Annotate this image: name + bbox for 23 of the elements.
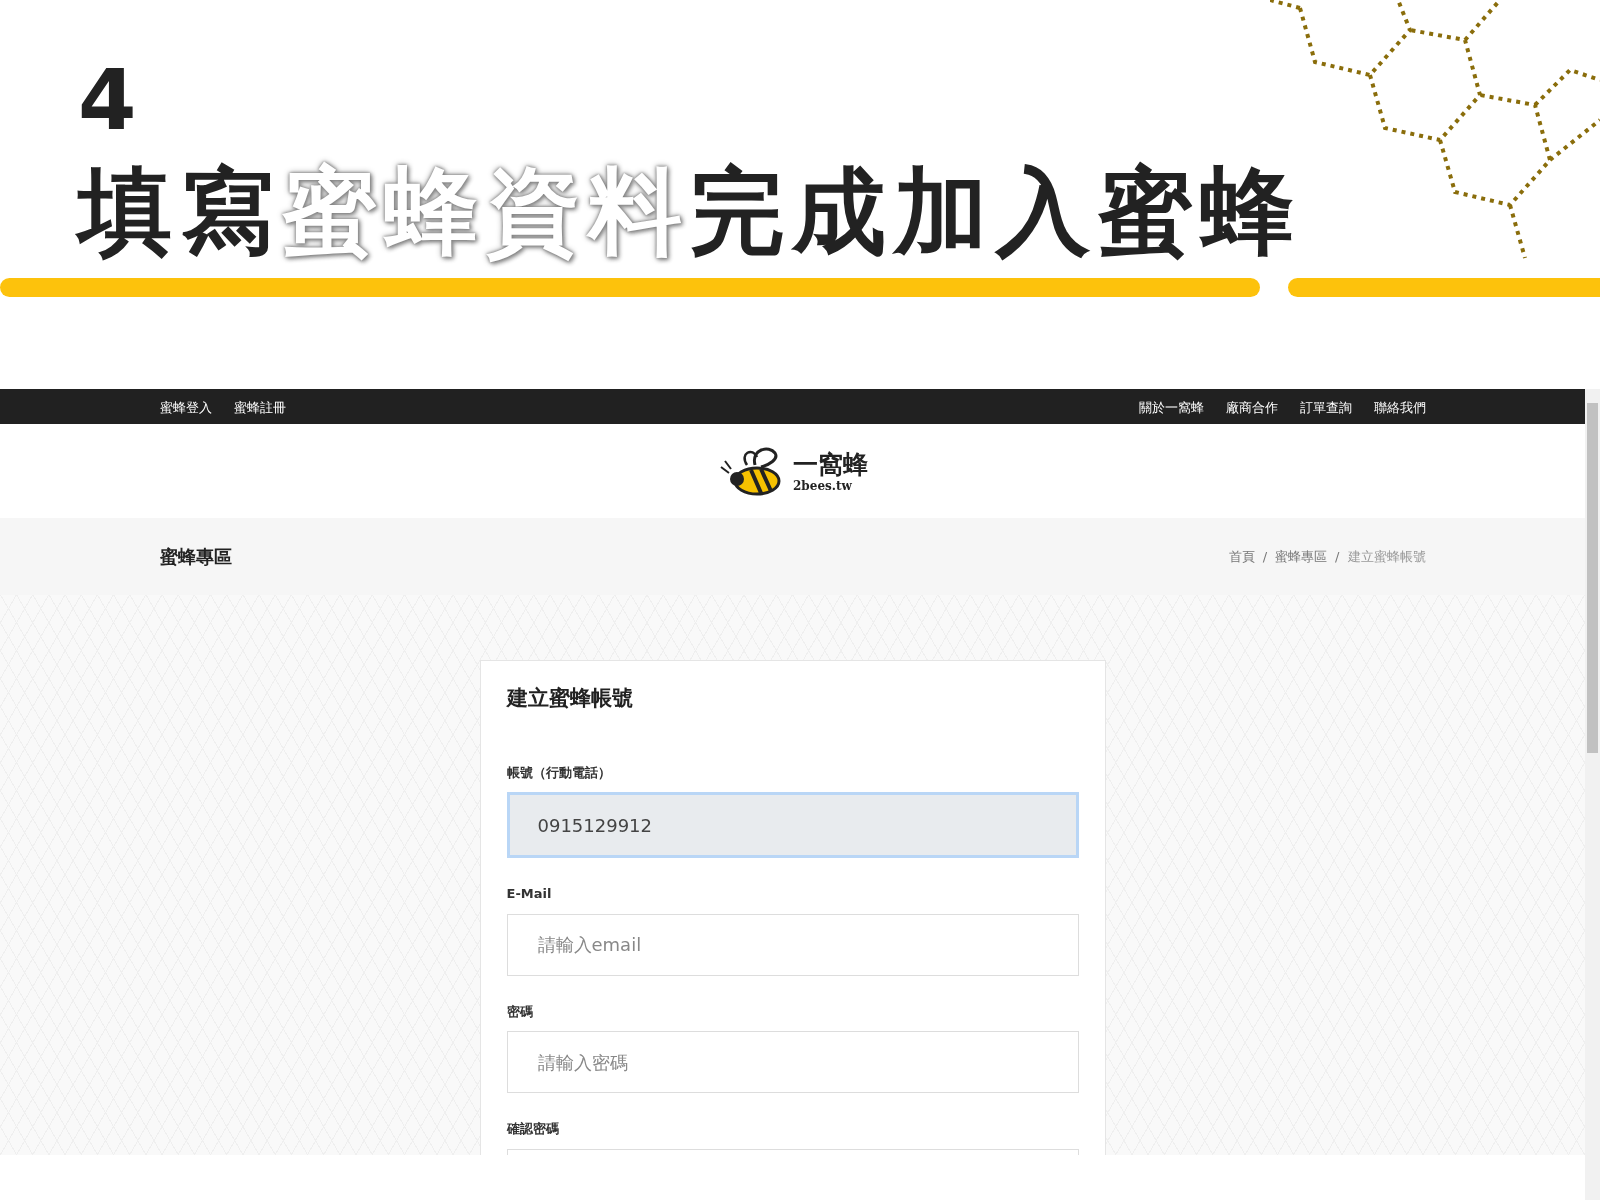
- nav-link-item[interactable]: 廠商合作: [1225, 399, 1278, 415]
- nav-link-item[interactable]: 聯絡我們: [1373, 399, 1426, 415]
- breadcrumb-current: 建立蜜蜂帳號: [1347, 547, 1426, 566]
- input-field[interactable]: 請輸入email: [506, 913, 1079, 976]
- site-logo[interactable]: 一窩蜂 2bees.tw: [717, 443, 868, 499]
- scrollbar[interactable]: [1585, 389, 1600, 1200]
- breadcrumb-link[interactable]: 蜜蜂專區: [1275, 546, 1328, 567]
- field-label: 確認密碼: [506, 1120, 560, 1138]
- page-title: 蜜蜂專區: [159, 545, 232, 569]
- input-field[interactable]: 0915129912: [506, 792, 1079, 858]
- breadcrumb-separator: /: [1335, 547, 1340, 566]
- breadcrumb-link[interactable]: 首頁: [1228, 546, 1255, 567]
- field-label: 帳號（行動電話）: [506, 763, 612, 782]
- nav-link-item[interactable]: 關於一窩蜂: [1138, 399, 1204, 415]
- breadcrumb-separator: /: [1262, 547, 1268, 566]
- field-label: E-Mail: [506, 885, 553, 903]
- nav-link-item[interactable]: 蜜蜂註冊: [233, 399, 286, 415]
- nav-link-item[interactable]: 訂單查詢: [1299, 399, 1352, 415]
- step-number: 4: [78, 58, 137, 142]
- field-label: 密碼: [506, 1002, 534, 1021]
- input-field[interactable]: 請輸入密碼: [506, 1031, 1079, 1093]
- nav-link-item[interactable]: 蜜蜂登入: [159, 399, 212, 415]
- form-title: 建立蜜蜂帳號: [506, 685, 634, 712]
